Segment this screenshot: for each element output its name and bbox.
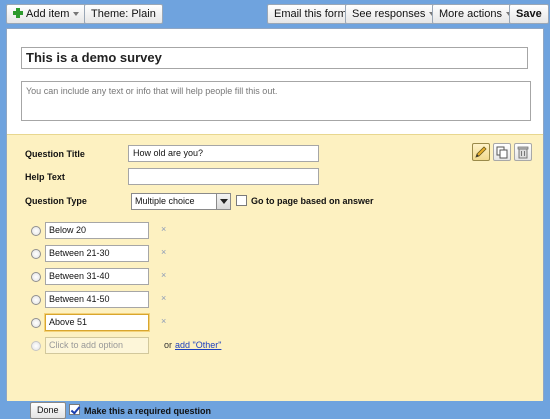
more-actions-label: More actions: [439, 8, 502, 20]
add-item-label: Add item: [26, 8, 70, 20]
required-label: Make this a required question: [84, 406, 212, 416]
option-input-5[interactable]: Above 51: [45, 314, 149, 331]
question-editor: Question Title How old are you? Help Tex…: [7, 134, 543, 419]
done-button[interactable]: Done: [30, 402, 66, 419]
remove-option-3-button[interactable]: ×: [161, 270, 166, 280]
form-editor-panel: This is a demo survey You can include an…: [6, 28, 544, 419]
pencil-icon: [475, 146, 487, 158]
remove-option-1-button[interactable]: ×: [161, 224, 166, 234]
theme-button[interactable]: Theme: Plain: [84, 4, 163, 24]
question-title-label: Question Title: [25, 149, 85, 159]
trash-icon: [517, 146, 529, 159]
question-title-input[interactable]: How old are you?: [128, 145, 319, 162]
see-responses-button[interactable]: See responses: [345, 4, 443, 24]
option-radio: [31, 318, 41, 328]
help-text-input[interactable]: [128, 168, 319, 185]
option-input-1[interactable]: Below 20: [45, 222, 149, 239]
dropdown-arrow-icon: [216, 194, 230, 209]
question-type-label: Question Type: [25, 196, 87, 206]
add-item-button[interactable]: Add item: [6, 4, 87, 24]
goto-page-label: Go to page based on answer: [251, 196, 374, 206]
or-text: or: [164, 340, 173, 350]
form-description-input[interactable]: You can include any text or info that wi…: [21, 81, 531, 121]
duplicate-icon: [496, 146, 508, 159]
top-toolbar: Add item Theme: Plain Email this form Se…: [0, 0, 550, 28]
save-button[interactable]: Save: [509, 4, 549, 24]
question-type-select[interactable]: Multiple choice: [131, 193, 231, 210]
option-input-2[interactable]: Between 21-30: [45, 245, 149, 262]
chevron-down-icon: [73, 12, 80, 17]
email-form-label: Email this form: [274, 8, 347, 20]
delete-question-button[interactable]: [514, 143, 532, 161]
option-radio: [31, 226, 41, 236]
edit-question-button[interactable]: [472, 143, 490, 161]
see-responses-label: See responses: [352, 8, 426, 20]
goto-page-checkbox[interactable]: [236, 195, 247, 206]
option-radio: [31, 272, 41, 282]
add-option-input[interactable]: Click to add option: [45, 337, 149, 354]
more-actions-button[interactable]: More actions: [432, 4, 519, 24]
option-input-4[interactable]: Between 41-50: [45, 291, 149, 308]
question-type-value: Multiple choice: [135, 196, 195, 206]
option-input-3[interactable]: Between 31-40: [45, 268, 149, 285]
email-form-button[interactable]: Email this form: [267, 4, 354, 24]
option-radio: [31, 249, 41, 259]
required-checkbox[interactable]: [69, 404, 80, 415]
option-radio: [31, 295, 41, 305]
form-title-input[interactable]: This is a demo survey: [21, 47, 528, 69]
save-label: Save: [516, 8, 542, 20]
add-other-link[interactable]: add "Other": [175, 340, 221, 350]
remove-option-4-button[interactable]: ×: [161, 293, 166, 303]
option-radio: [31, 341, 41, 351]
remove-option-5-button[interactable]: ×: [161, 316, 166, 326]
duplicate-question-button[interactable]: [493, 143, 511, 161]
plus-icon: [13, 8, 23, 18]
help-text-label: Help Text: [25, 172, 65, 182]
remove-option-2-button[interactable]: ×: [161, 247, 166, 257]
theme-label: Theme: Plain: [91, 8, 156, 20]
